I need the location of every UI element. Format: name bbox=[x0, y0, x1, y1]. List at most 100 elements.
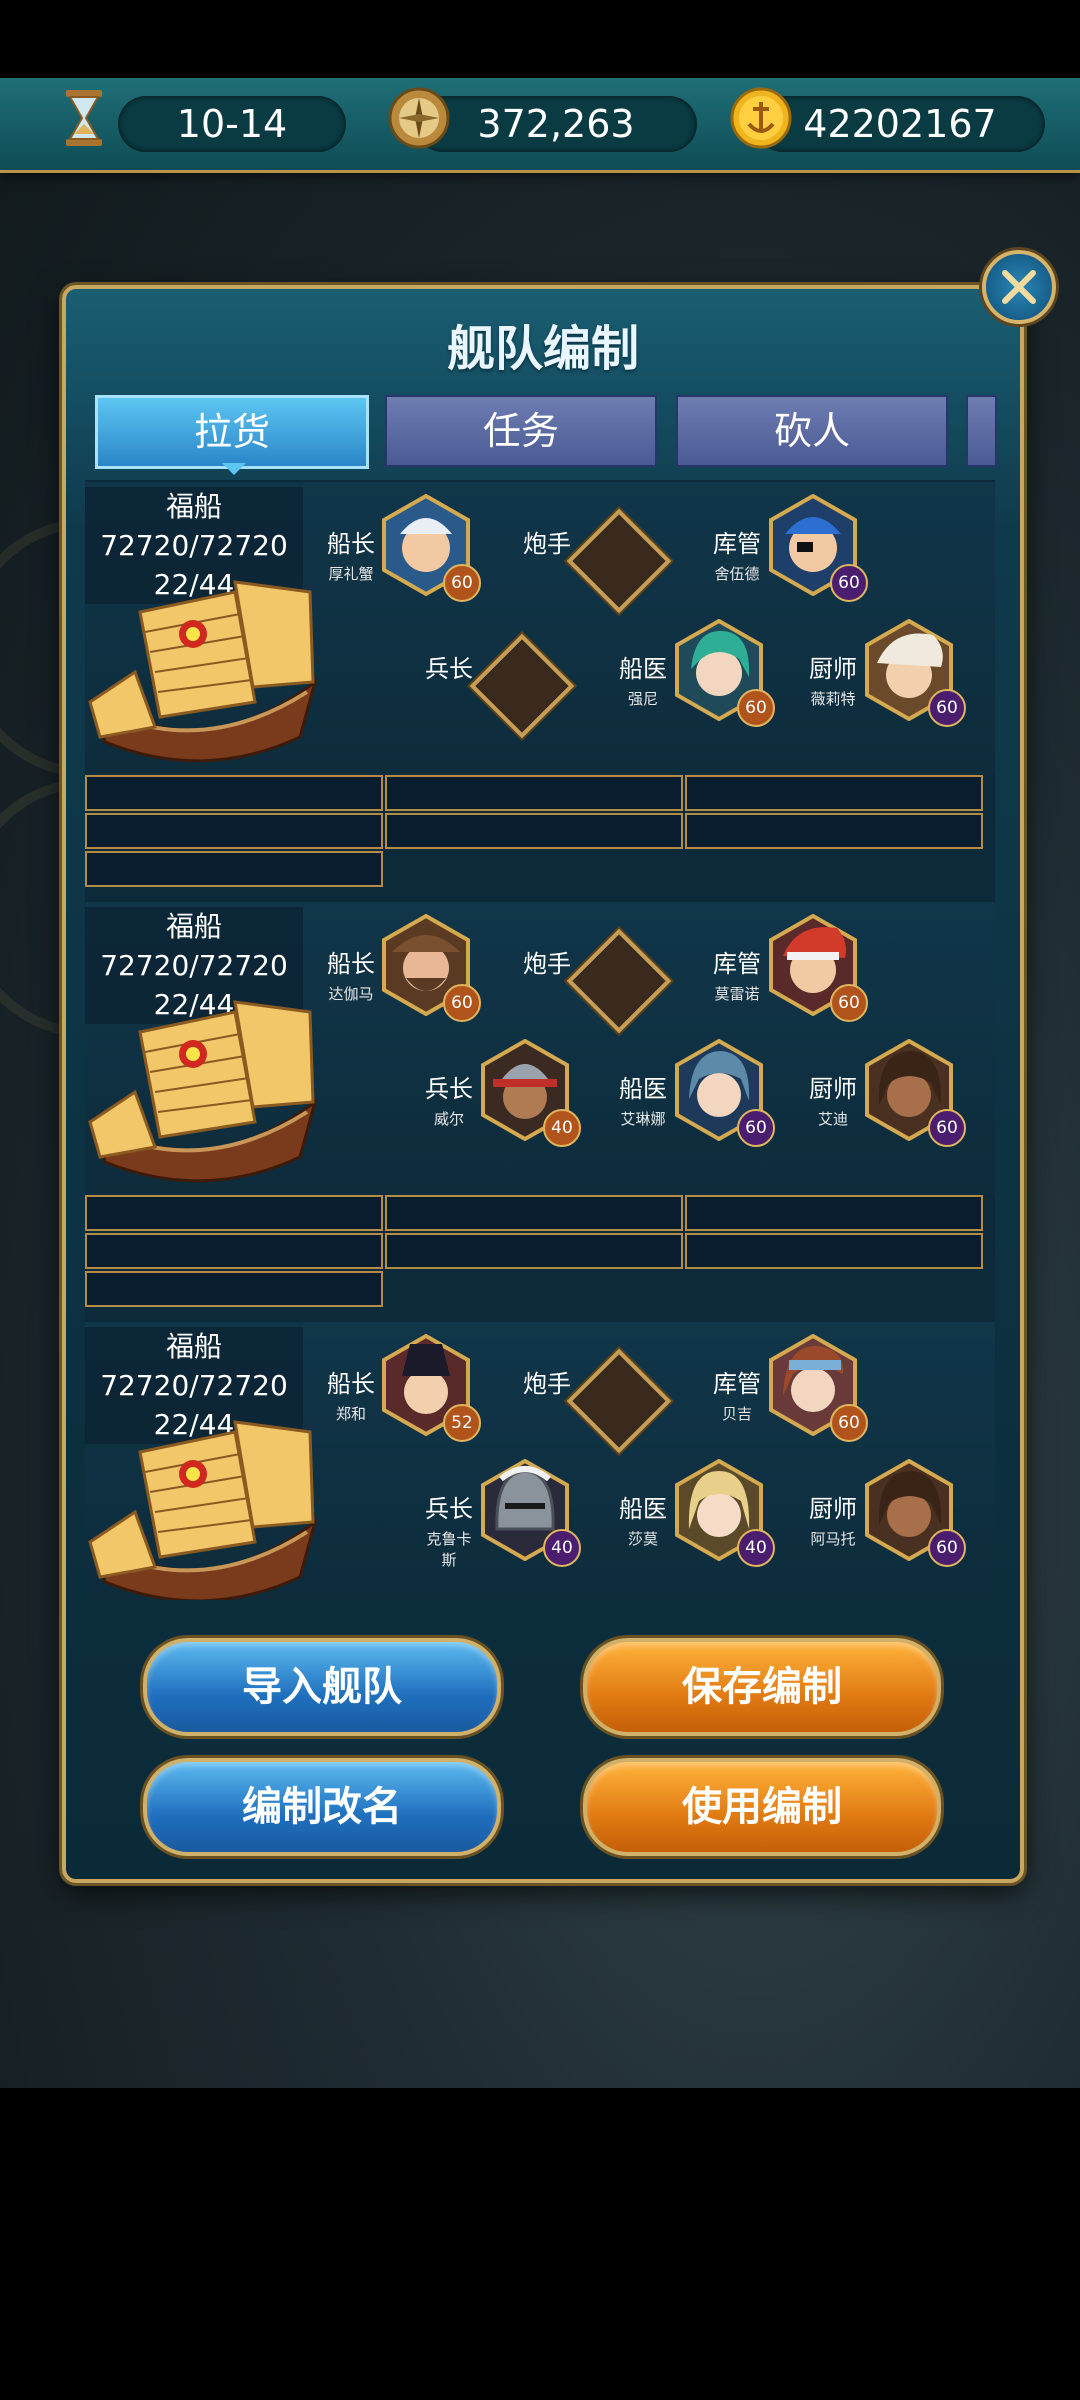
officer-level: 40 bbox=[543, 1109, 581, 1147]
cargo-slot[interactable] bbox=[85, 813, 383, 849]
role-captain: 船长 郑和 bbox=[325, 1364, 377, 1424]
compass-coin-icon bbox=[388, 87, 450, 149]
cargo-slot[interactable] bbox=[685, 813, 983, 849]
junk-ship-image bbox=[88, 1420, 318, 1600]
officer-level: 60 bbox=[443, 564, 481, 602]
cargo-slot[interactable] bbox=[385, 775, 683, 811]
role-quartermaster: 库管 贝吉 bbox=[709, 1364, 765, 1424]
officer-name: 莎莫 bbox=[627, 1530, 658, 1548]
role-title: 库管 bbox=[713, 950, 761, 978]
junk-ship-image bbox=[88, 580, 318, 763]
officer-name: 贝吉 bbox=[721, 1405, 752, 1423]
officer-name: 威尔 bbox=[433, 1110, 464, 1128]
gold-value: 42202167 bbox=[803, 102, 997, 146]
role-title: 兵长 bbox=[425, 1075, 473, 1103]
resource-bar: 10-14 372,263 42202167 bbox=[0, 78, 1080, 173]
role-cook: 厨师 阿马托 bbox=[805, 1489, 861, 1549]
officer-level: 60 bbox=[830, 984, 868, 1022]
fleet-card[interactable]: 福船 72720/72720 22/44 船长 达伽马 60 炮手 库管 莫雷诺… bbox=[85, 902, 995, 1194]
ship-name: 福船 bbox=[165, 490, 222, 523]
role-title: 库管 bbox=[713, 1370, 761, 1398]
cargo-slot[interactable] bbox=[85, 775, 383, 811]
empty-officer-slot[interactable] bbox=[566, 508, 672, 614]
ship-name: 福船 bbox=[165, 1330, 222, 1363]
save-formation-button[interactable]: 保存编制 bbox=[583, 1638, 941, 1736]
role-title: 船医 bbox=[619, 655, 667, 683]
role-soldier: 兵长 克鲁卡斯 bbox=[421, 1489, 477, 1570]
gold-display: 42202167 bbox=[755, 96, 1045, 152]
officer-level: 60 bbox=[928, 689, 966, 727]
cargo-slot[interactable] bbox=[385, 1195, 683, 1231]
role-title: 炮手 bbox=[523, 1370, 571, 1398]
role-gunner: 炮手 bbox=[517, 1364, 577, 1399]
role-title: 船长 bbox=[327, 950, 375, 978]
role-soldier: 兵长 bbox=[421, 649, 477, 684]
empty-officer-slot[interactable] bbox=[469, 633, 575, 739]
close-icon bbox=[1002, 270, 1036, 304]
officer-level: 40 bbox=[543, 1529, 581, 1567]
role-title: 厨师 bbox=[809, 1075, 857, 1103]
fleet-card[interactable]: 福船 72720/72720 22/44 船长 郑和 52 炮手 库管 贝吉 6… bbox=[85, 1322, 995, 1600]
officer-name: 艾迪 bbox=[817, 1110, 848, 1128]
cargo-slot[interactable] bbox=[85, 1233, 383, 1269]
close-button[interactable] bbox=[982, 250, 1056, 324]
dialog-title: 舰队编制 bbox=[446, 321, 639, 377]
role-title: 船医 bbox=[619, 1495, 667, 1523]
role-title: 船医 bbox=[619, 1075, 667, 1103]
cargo-slot[interactable] bbox=[685, 1233, 983, 1269]
date-display: 10-14 bbox=[118, 96, 346, 152]
role-gunner: 炮手 bbox=[517, 524, 577, 559]
role-title: 库管 bbox=[713, 530, 761, 558]
cargo-slot[interactable] bbox=[85, 1195, 383, 1231]
role-title: 兵长 bbox=[425, 655, 473, 683]
role-title: 炮手 bbox=[523, 530, 571, 558]
officer-name: 克鲁卡斯 bbox=[426, 1530, 472, 1569]
role-title: 兵长 bbox=[425, 1495, 473, 1523]
role-captain: 船长 厚礼蟹 bbox=[325, 524, 377, 584]
date-value: 10-14 bbox=[176, 102, 288, 146]
officer-level: 40 bbox=[737, 1529, 775, 1567]
officer-name: 厚礼蟹 bbox=[328, 565, 374, 583]
import-fleet-button[interactable]: 导入舰队 bbox=[143, 1638, 501, 1736]
cargo-slot[interactable] bbox=[85, 851, 383, 887]
officer-level: 60 bbox=[443, 984, 481, 1022]
role-doctor: 船医 莎莫 bbox=[615, 1489, 671, 1549]
role-title: 厨师 bbox=[809, 655, 857, 683]
officer-level: 52 bbox=[443, 1404, 481, 1442]
officer-name: 达伽马 bbox=[328, 985, 374, 1003]
role-title: 厨师 bbox=[809, 1495, 857, 1523]
officer-level: 60 bbox=[928, 1109, 966, 1147]
role-gunner: 炮手 bbox=[517, 944, 577, 979]
empty-officer-slot[interactable] bbox=[566, 1348, 672, 1454]
officer-name: 阿马托 bbox=[810, 1530, 856, 1548]
tab-mission[interactable]: 任务 bbox=[385, 395, 657, 467]
fleet-card[interactable]: 福船 72720/72720 22/44 船长 厚礼蟹 60 炮手 库管 舍伍德 bbox=[85, 482, 995, 774]
tab-cargo[interactable]: 拉货 bbox=[95, 395, 369, 469]
cargo-slot[interactable] bbox=[385, 1233, 683, 1269]
role-title: 船长 bbox=[327, 1370, 375, 1398]
active-tab-pointer bbox=[222, 463, 246, 475]
cargo-slot[interactable] bbox=[685, 1195, 983, 1231]
officer-level: 60 bbox=[830, 564, 868, 602]
cargo-slot[interactable] bbox=[85, 1271, 383, 1307]
officer-name: 舍伍德 bbox=[714, 565, 760, 583]
cargo-slot[interactable] bbox=[385, 813, 683, 849]
role-quartermaster: 库管 莫雷诺 bbox=[709, 944, 765, 1004]
officer-name: 薇莉特 bbox=[810, 690, 856, 708]
officer-name: 莫雷诺 bbox=[714, 985, 760, 1003]
officer-name: 艾琳娜 bbox=[620, 1110, 666, 1128]
role-doctor: 船医 强尼 bbox=[615, 649, 671, 709]
junk-ship-image bbox=[88, 1000, 318, 1183]
use-formation-button[interactable]: 使用编制 bbox=[583, 1758, 941, 1856]
role-cook: 厨师 薇莉特 bbox=[805, 649, 861, 709]
role-cook: 厨师 艾迪 bbox=[805, 1069, 861, 1129]
tab-more[interactable] bbox=[966, 395, 997, 467]
officer-level: 60 bbox=[737, 689, 775, 727]
rename-formation-button[interactable]: 编制改名 bbox=[143, 1758, 501, 1856]
role-title: 船长 bbox=[327, 530, 375, 558]
cargo-slot[interactable] bbox=[685, 775, 983, 811]
anchor-coin-icon bbox=[730, 87, 792, 149]
tab-combat[interactable]: 砍人 bbox=[676, 395, 948, 467]
empty-officer-slot[interactable] bbox=[566, 928, 672, 1034]
role-captain: 船长 达伽马 bbox=[325, 944, 377, 1004]
